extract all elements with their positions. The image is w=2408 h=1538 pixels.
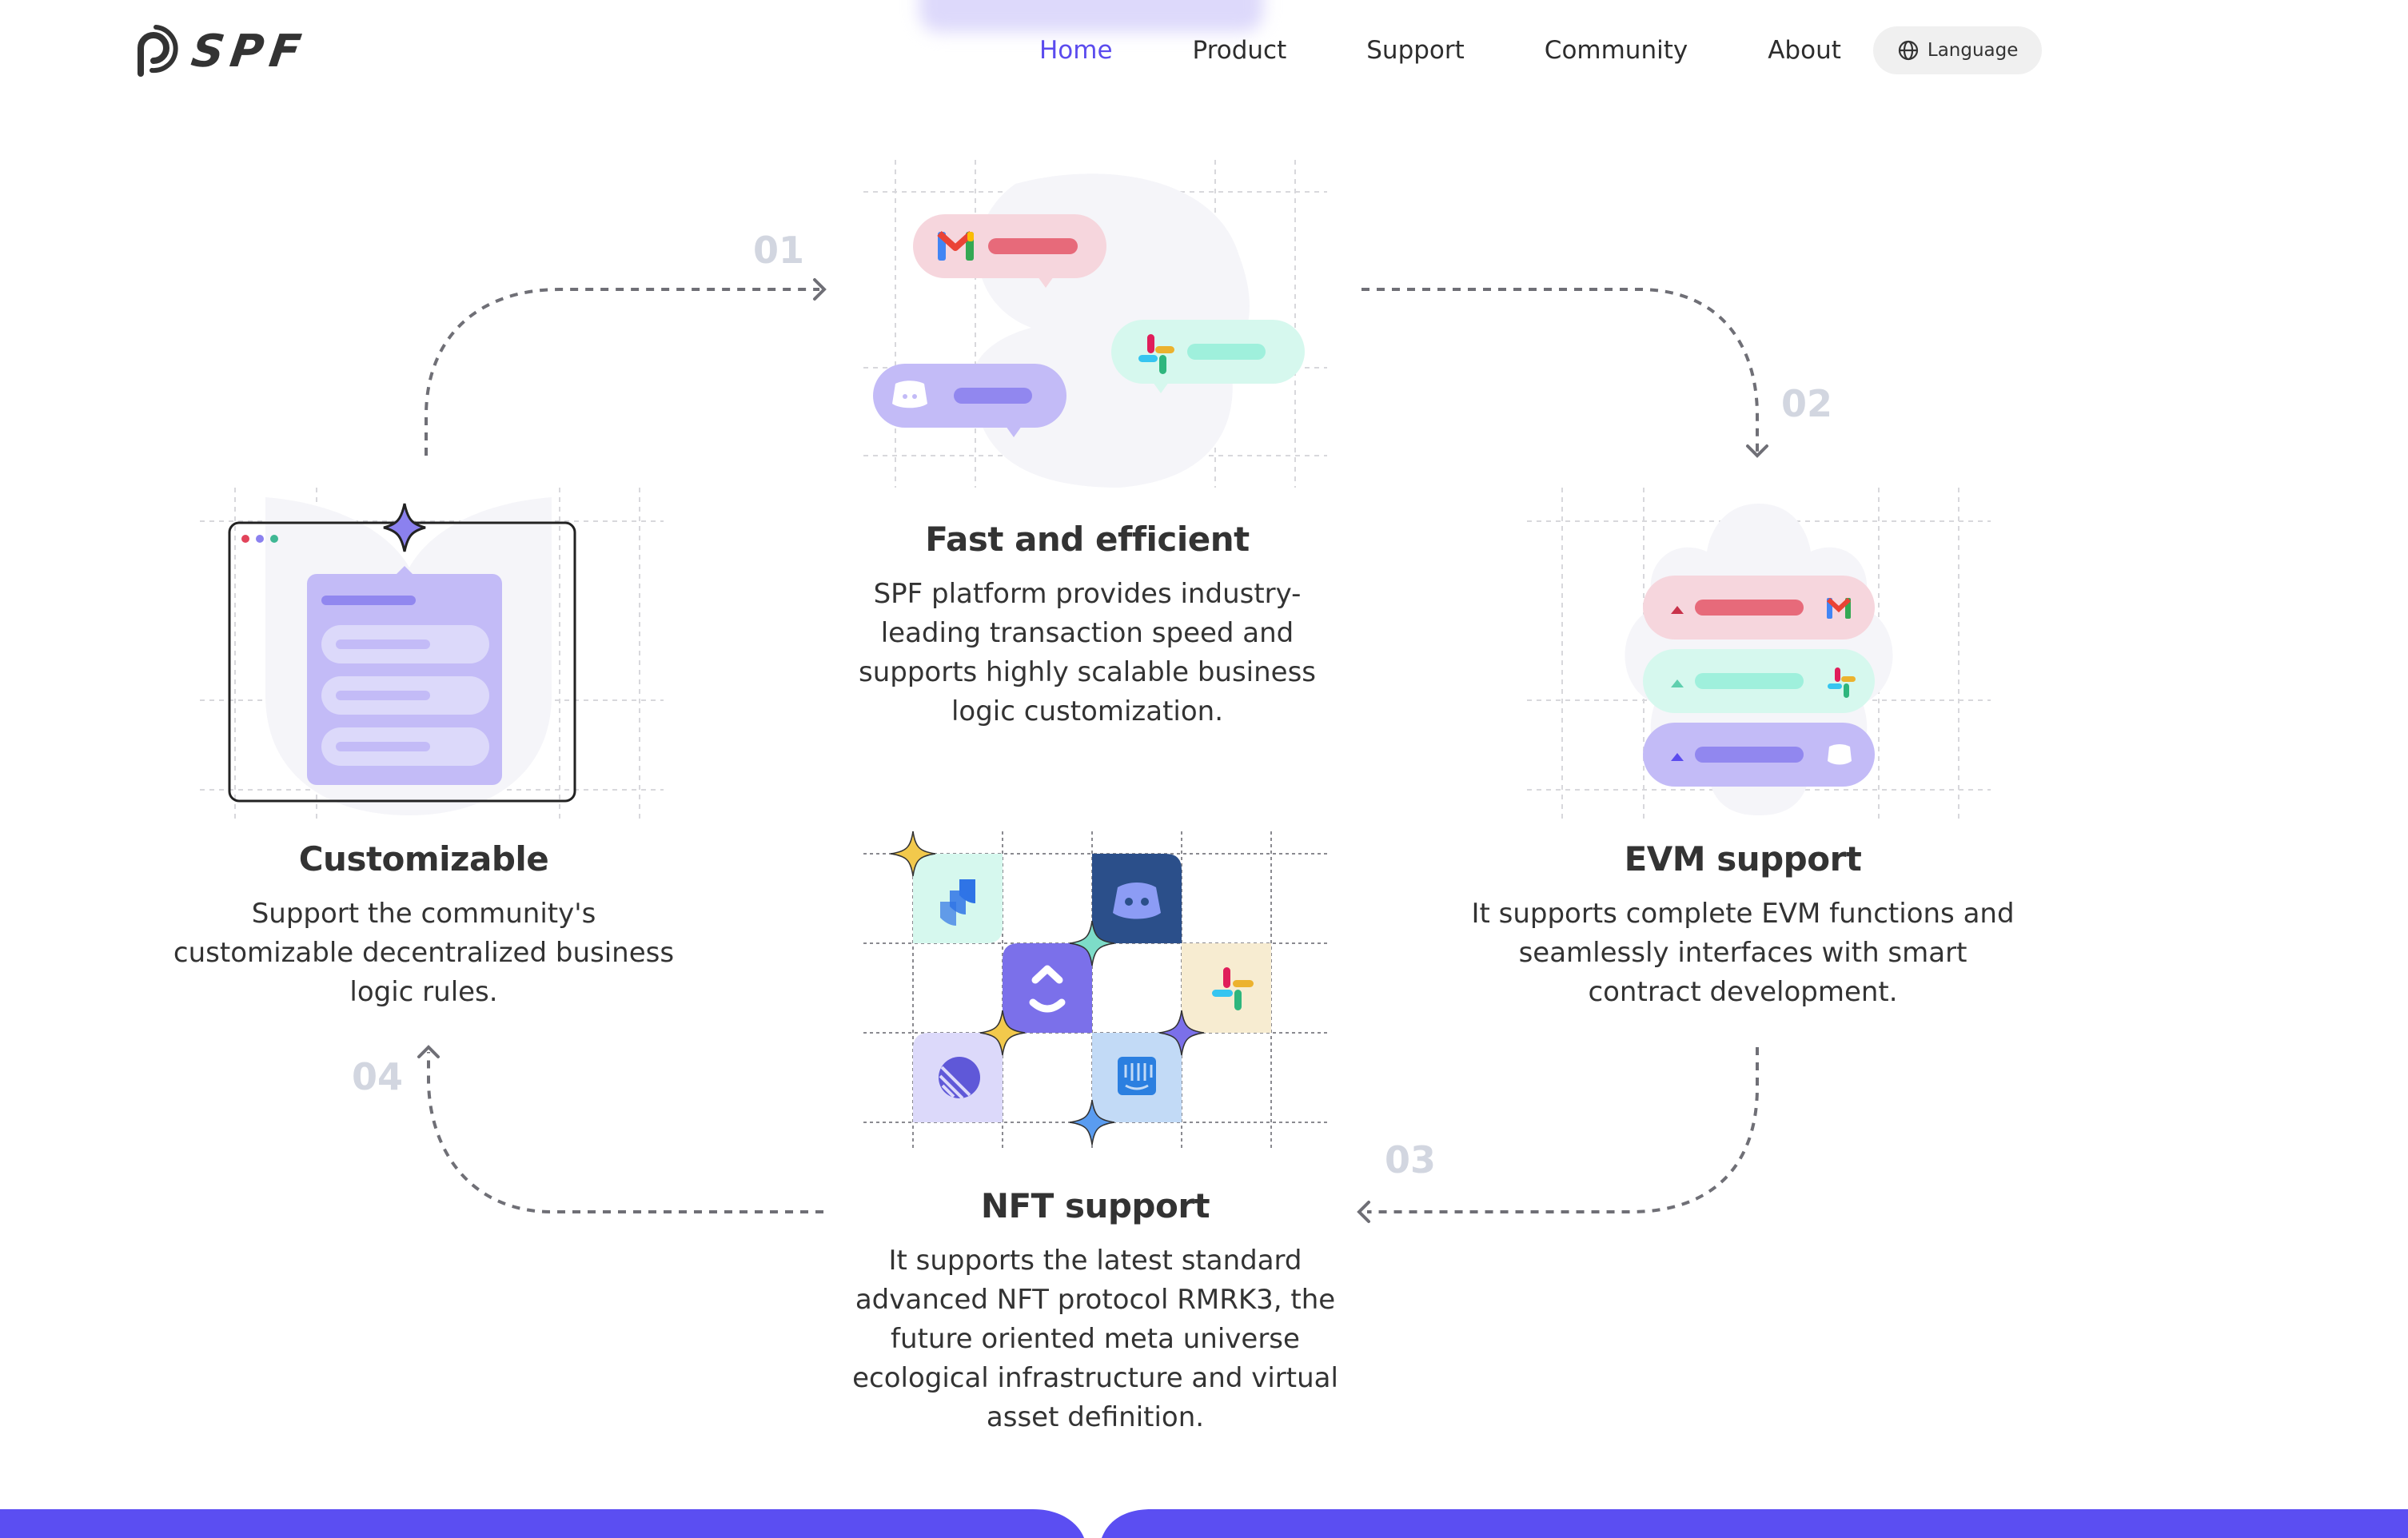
- connector-02: [1361, 288, 1759, 452]
- evm-row-gmail: [1643, 576, 1875, 640]
- discord-icon: [892, 381, 927, 408]
- feature-card-fast: Fast and efficient SPF platform provides…: [847, 520, 1327, 731]
- feature-description: SPF platform provides industry-leading t…: [858, 578, 1317, 727]
- illustration-window: [200, 488, 664, 823]
- footer-band: [0, 1509, 2408, 1538]
- discord-icon: [1113, 883, 1161, 919]
- illustration-chat-bubbles: [863, 160, 1327, 488]
- feature-title: EVM support: [1624, 839, 1862, 879]
- illustration-evm-stack: [1527, 488, 1991, 823]
- feature-description: It supports complete EVM functions and s…: [1471, 898, 2015, 1008]
- feature-title: Customizable: [298, 839, 549, 879]
- feature-card-nft: NFT support It supports the latest stand…: [823, 1186, 1367, 1437]
- feature-card-customizable: Customizable Support the community's cus…: [160, 839, 688, 1012]
- linear-icon: [939, 1057, 980, 1100]
- step-number-03: 03: [1385, 1138, 1437, 1181]
- feature-title: Fast and efficient: [925, 520, 1250, 559]
- discord-icon: [1828, 744, 1852, 765]
- slack-bubble: [1111, 320, 1305, 393]
- feature-description: It supports the latest standard advanced…: [852, 1245, 1338, 1433]
- discord-bubble: [873, 364, 1066, 437]
- gmail-bubble: [913, 214, 1106, 288]
- feature-title: NFT support: [980, 1186, 1210, 1225]
- step-number-04: 04: [352, 1055, 404, 1098]
- step-number-01: 01: [753, 229, 805, 272]
- step-number-02: 02: [1781, 382, 1833, 425]
- feature-card-evm: EVM support It supports complete EVM fun…: [1471, 839, 2015, 1012]
- illustration-app-grid: [863, 831, 1327, 1151]
- evm-row-discord: [1643, 723, 1875, 787]
- feature-description: Support the community's customizable dec…: [173, 898, 675, 1008]
- intercom-icon: [1118, 1057, 1156, 1095]
- connector-03: [1367, 1047, 1759, 1213]
- connector-04: [427, 1052, 823, 1213]
- evm-row-slack: [1643, 649, 1875, 713]
- connector-01: [425, 288, 819, 456]
